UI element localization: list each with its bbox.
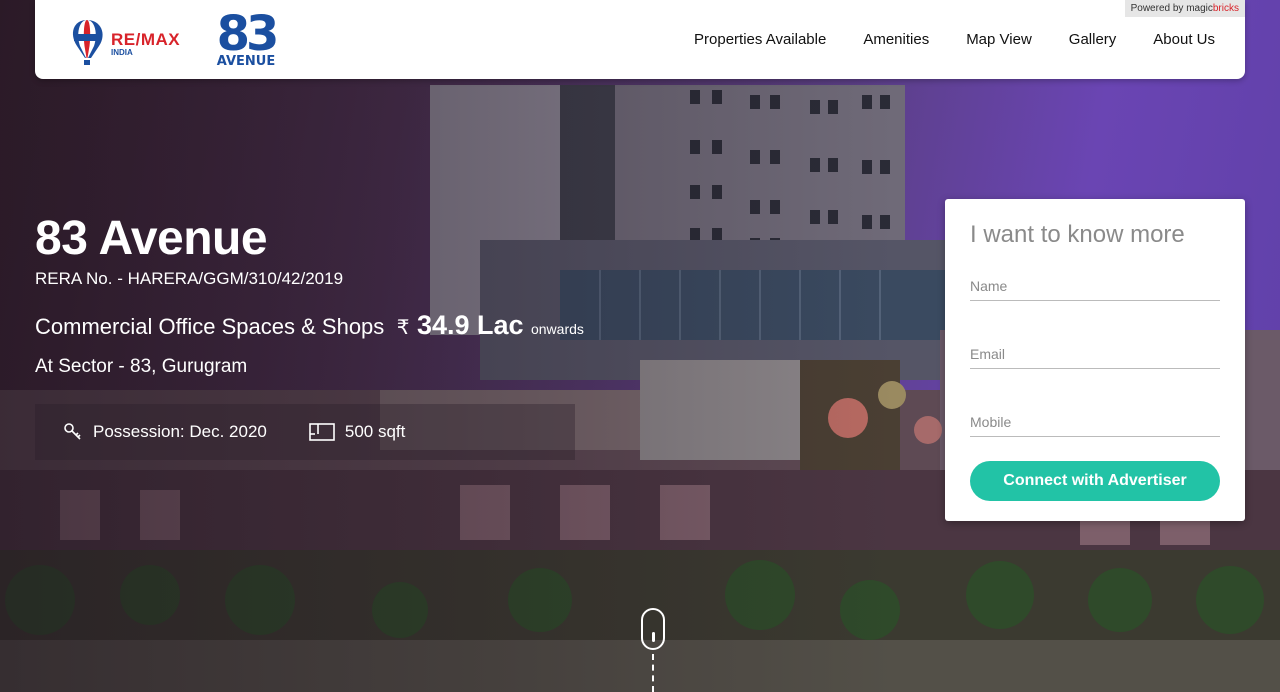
property-type: Commercial Office Spaces & Shops xyxy=(35,314,385,339)
location: At Sector - 83, Gurugram xyxy=(35,356,248,377)
key-icon xyxy=(64,423,81,440)
form-heading: I want to know more xyxy=(970,221,1185,248)
remax-wordmark: RE/MAX xyxy=(111,30,181,49)
scroll-wheel-icon xyxy=(652,632,655,642)
nav-gallery[interactable]: Gallery xyxy=(1069,31,1117,48)
project-title: 83 Avenue xyxy=(35,212,268,265)
powered-by-prefix: Powered by xyxy=(1130,3,1184,14)
email-input[interactable] xyxy=(970,339,1220,369)
enquiry-form: I want to know more Connect with Adverti… xyxy=(945,199,1245,521)
scroll-down-indicator[interactable] xyxy=(641,608,665,650)
connect-with-advertiser-button[interactable]: Connect with Advertiser xyxy=(970,461,1220,501)
nav-properties-available[interactable]: Properties Available xyxy=(694,31,826,48)
currency-symbol: ₹ xyxy=(396,317,410,339)
floorplan-icon xyxy=(309,423,335,441)
logo-project-word: AVENUE xyxy=(216,54,276,69)
nav-about-us[interactable]: About Us xyxy=(1153,31,1215,48)
scroll-guide-line xyxy=(652,654,654,692)
site-header: Powered by magicbricks RE/MAX INDIA 83 A… xyxy=(35,0,1245,79)
key-facts-bar: Possession: Dec. 2020 500 sqft xyxy=(35,404,575,460)
nav-map-view[interactable]: Map View xyxy=(966,31,1032,48)
area-fact: 500 sqft xyxy=(309,422,406,442)
possession-fact: Possession: Dec. 2020 xyxy=(63,422,267,442)
rera-number: RERA No. - HARERA/GGM/310/42/2019 xyxy=(35,269,344,288)
area-label: 500 sqft xyxy=(344,422,406,441)
main-nav: Properties Available Amenities Map View … xyxy=(694,31,1215,48)
remax-india-label: INDIA xyxy=(111,48,133,57)
property-type-price: Commercial Office Spaces & Shops ₹ 34.9 … xyxy=(35,310,584,341)
powered-by-badge[interactable]: Powered by magicbricks xyxy=(1124,0,1245,17)
powered-by-brand-magic: magic xyxy=(1186,3,1213,14)
price: 34.9 Lac xyxy=(416,310,524,340)
nav-amenities[interactable]: Amenities xyxy=(863,31,929,48)
price-suffix: onwards xyxy=(530,321,584,337)
remax-logo[interactable]: RE/MAX INDIA xyxy=(65,14,195,70)
mobile-input[interactable] xyxy=(970,407,1220,437)
powered-by-brand-bricks: bricks xyxy=(1212,3,1239,14)
possession-label: Possession: Dec. 2020 xyxy=(93,422,267,441)
name-input[interactable] xyxy=(970,271,1220,301)
83-avenue-logo[interactable]: 83 AVENUE xyxy=(210,6,282,70)
